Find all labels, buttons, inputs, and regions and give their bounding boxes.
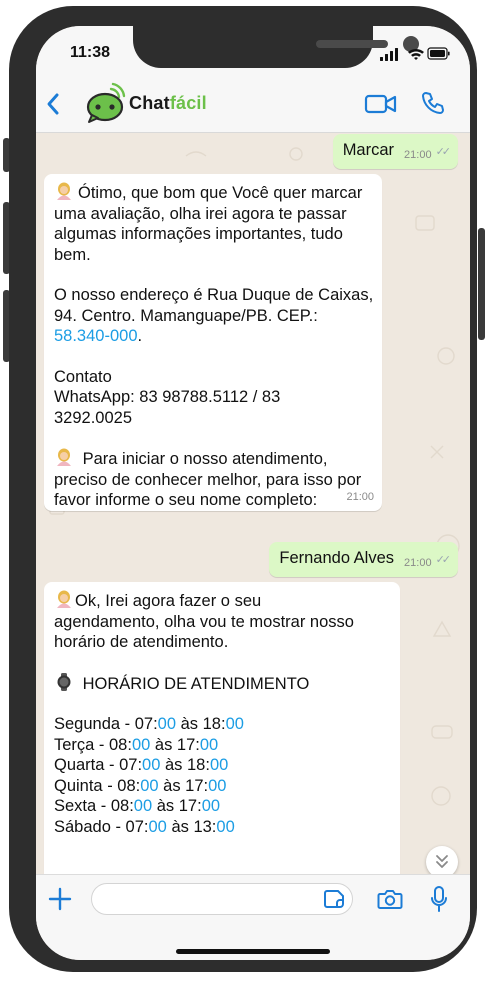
minutes-link[interactable]: 00 [210, 756, 228, 774]
message-text: Marcar [342, 141, 395, 159]
woman-office-worker-icon [57, 590, 71, 608]
message-line: Ótimo, que bom que Você quer marcar [54, 182, 372, 204]
minutes-link[interactable]: 00 [140, 777, 158, 795]
schedule-row: Sexta - 08:00 às 17:00 [54, 796, 390, 817]
phone-frame: 11:38 Chatfácil Marcar 21:00 ✓✓ Ótimo, q… [9, 6, 477, 972]
schedule-text: às 17: [158, 776, 209, 795]
sticker-icon[interactable] [323, 888, 345, 910]
schedule-row: Quarta - 07:00 às 18:00 [54, 755, 390, 776]
schedule-row: Segunda - 07:00 às 18:00 [54, 714, 390, 735]
minutes-link[interactable]: 00 [202, 797, 220, 815]
chat-header: Chatfácil [36, 76, 470, 133]
microphone-icon[interactable] [431, 885, 447, 913]
message-line: agendamento, olha vou te mostrar nosso [54, 612, 354, 631]
woman-office-worker-icon [57, 182, 71, 200]
message-line: 58.340-000. [54, 327, 143, 345]
power-button [478, 228, 485, 340]
video-camera-icon[interactable] [364, 92, 398, 116]
schedule-text: às 18: [176, 715, 226, 733]
schedule-text: às 18: [160, 756, 210, 774]
read-ticks-icon: ✓✓ [435, 554, 452, 566]
message-line: Ok, Irei agora fazer o seu [54, 590, 390, 612]
plus-icon[interactable] [48, 887, 72, 911]
schedule-text: às 17: [152, 797, 202, 815]
watch-icon [57, 672, 71, 691]
minutes-link[interactable]: 00 [200, 736, 218, 754]
schedule-row: Quinta - 08:00 às 17:00 [54, 776, 390, 797]
minutes-link[interactable]: 00 [149, 818, 167, 836]
minutes-link[interactable]: 00 [134, 797, 152, 815]
message-time: 21:00 [346, 490, 374, 503]
message-text: Fernando Alves [279, 549, 395, 567]
message-outgoing[interactable]: Marcar 21:00 ✓✓ [332, 134, 458, 169]
notch [133, 26, 419, 68]
schedule-text: Terça - 08: [54, 735, 132, 754]
schedule-text: Sexta - 08: [54, 797, 134, 815]
minutes-link[interactable]: 00 [132, 736, 150, 754]
minutes-link[interactable]: 00 [158, 715, 176, 733]
schedule-text: Sábado - 07: [54, 817, 149, 836]
message-line: O nosso endereço é Rua Duque de Caixas, [54, 286, 374, 304]
schedule-text: às 17: [150, 735, 200, 754]
composer-bar [36, 874, 470, 960]
status-time: 11:38 [70, 44, 111, 61]
message-time: 21:00 [404, 149, 432, 161]
phone-icon[interactable] [420, 90, 446, 116]
chat-bubble-logo-icon [86, 82, 126, 123]
message-input[interactable] [91, 883, 353, 915]
chatfacil-logo[interactable]: Chatfácil [84, 81, 234, 125]
read-ticks-icon: ✓✓ [435, 146, 452, 158]
woman-office-worker-icon [57, 448, 71, 466]
schedule-text: às 13: [166, 817, 217, 836]
phone-screen: 11:38 Chatfácil Marcar 21:00 ✓✓ Ótimo, q… [36, 26, 470, 960]
message-line: horário de atendimento. [54, 633, 229, 651]
message-line: Contato [54, 367, 112, 386]
message-line: Para iniciar o nosso atendimento, [54, 448, 372, 470]
cep-link[interactable]: 58.340-000 [54, 327, 138, 345]
camera-icon[interactable] [377, 888, 403, 910]
schedule-row: Sábado - 07:00 às 13:00 [54, 817, 390, 838]
schedule-text: Quinta - 08: [54, 776, 141, 795]
signal-icon [380, 48, 398, 61]
minutes-link[interactable]: 00 [216, 818, 234, 836]
status-bar: 11:38 [36, 26, 470, 76]
message-line: 3292.0025 [54, 408, 132, 427]
home-indicator [176, 949, 330, 954]
schedule-text: Segunda - 07: [54, 715, 158, 733]
message-outgoing[interactable]: Fernando Alves 21:00 ✓✓ [269, 542, 458, 577]
schedule-row: Terça - 08:00 às 17:00 [54, 735, 390, 756]
message-incoming[interactable]: Ótimo, que bom que Você quer marcar uma … [44, 174, 382, 511]
wifi-icon [408, 48, 424, 60]
schedule-list: Segunda - 07:00 às 18:00 Terça - 08:00 às… [54, 714, 390, 837]
message-line: WhatsApp: 83 98788.5112 / 83 [54, 388, 281, 406]
message-time: 21:00 [404, 557, 432, 569]
minutes-link[interactable]: 00 [226, 715, 244, 733]
minutes-link[interactable]: 00 [208, 777, 226, 795]
message-line: bem. [54, 245, 91, 264]
message-line: 94. Centro. Mamanguape/PB. CEP.: [54, 306, 318, 325]
message-line: HORÁRIO DE ATENDIMENTO [54, 672, 390, 695]
app-name-part1: Chat [129, 93, 170, 113]
message-line: uma avaliação, olha irei agora te passar [54, 204, 347, 223]
battery-icon [427, 47, 450, 60]
message-line: algumas informações importantes, tudo [54, 225, 343, 243]
schedule-text: Quarta - 07: [54, 756, 143, 774]
message-line: favor informe o seu nome completo: [54, 491, 318, 509]
message-incoming[interactable]: Ok, Irei agora fazer o seu agendamento, … [44, 582, 400, 882]
status-icons [380, 47, 450, 61]
minutes-link[interactable]: 00 [142, 756, 160, 774]
app-name: Chatfácil [129, 93, 207, 114]
message-line: preciso de conhecer melhor, para isso po… [54, 470, 362, 489]
chevron-left-icon[interactable] [46, 92, 60, 116]
app-name-part2: fácil [169, 93, 207, 113]
